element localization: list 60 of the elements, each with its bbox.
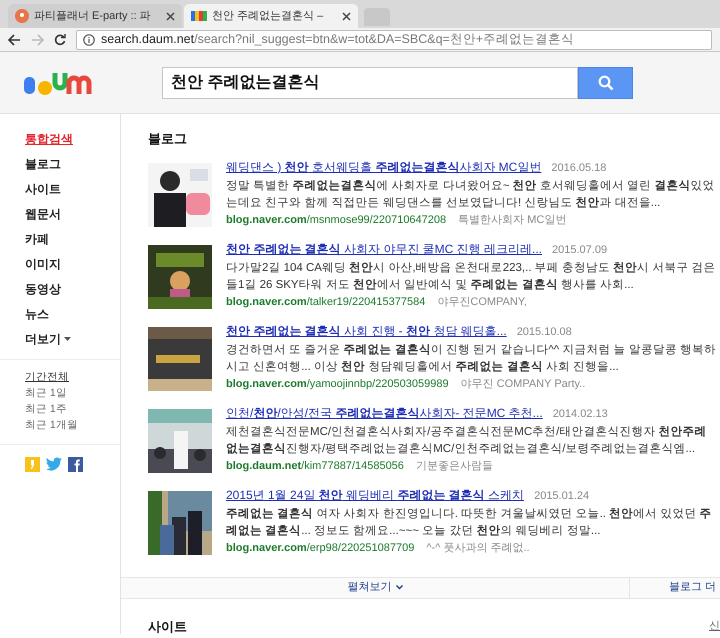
result-url-link[interactable]: blog.naver.com/erp98/220251087709 — [226, 540, 414, 556]
search-icon — [598, 74, 614, 90]
close-icon[interactable] — [166, 12, 175, 20]
result-author: 기분좋은사람들 — [416, 458, 493, 474]
result-date: 2014.02.13 — [552, 406, 608, 422]
result-url-link[interactable]: blog.naver.com/msnmose99/220710647208 — [226, 212, 446, 228]
facebook-icon[interactable] — [68, 457, 83, 472]
sidebar-item[interactable]: 웹문서 — [25, 201, 120, 226]
result-date: 2015.07.09 — [552, 242, 608, 258]
sidebar-item[interactable]: 더보기 — [25, 326, 120, 351]
result-title-link[interactable]: 천안 주례없는 결혼식 사회자 야무진 쿨MC 진행 레크리레... — [226, 240, 542, 258]
sidebar-item[interactable]: 뉴스 — [25, 301, 120, 326]
result-snippet: 제천결혼식전문MC/인천결혼식사회자/공주결혼식전문MC추천/태안결혼식진행자 천안주례없는결혼식진행자/평택주례없는결혼식MC/인천주례없는결혼식/보령주례없는결혼식엠... — [226, 424, 708, 456]
search-button[interactable] — [578, 66, 633, 98]
tab-title: 파티플래너 E-party :: 파 — [34, 8, 152, 24]
url-text: search.daum.net/search?nil_suggest=btn&w=tot&DA=SBC&q=천안+주례없는결혼식 — [101, 31, 574, 48]
result-url-link[interactable]: blog.daum.net/kim77887/14585056 — [226, 458, 404, 474]
sidebar-item[interactable]: 블로그 — [25, 151, 120, 176]
section-heading: 블로그 — [147, 130, 188, 148]
sidebar-item[interactable]: 이미지 — [25, 251, 120, 276]
result-title-link[interactable]: 2015년 1월 24일 천안 웨딩베리 주례없는 결혼식 스케치 — [226, 486, 524, 504]
result-author: 특별한사회자 MC일번 — [458, 212, 566, 228]
section-heading: 사이트 — [148, 618, 187, 636]
site-link[interactable]: 신 — [709, 618, 720, 634]
result-title-link[interactable]: 천안 주례없는 결혼식 사회 진행 - 천안 청담 웨딩홀... — [226, 322, 507, 340]
result-date: 2016.05.18 — [551, 160, 606, 176]
period-filter-link[interactable]: 최근 1일 — [25, 386, 120, 402]
result-snippet: 다가말2길 104 CA웨딩 천안시 아산,배방읍 온천대로223,.. 부페 충청남도 천안시 서북구 검은들1길 26 SKY타워 저도 천안에서 일반예식 및 주례없는 결혼식 행사를 사회... — [226, 260, 716, 292]
favicon-icon — [191, 11, 207, 21]
expand-button[interactable]: 펼쳐보기 — [121, 578, 630, 598]
result-snippet: 정말 특별한 주례없는결혼식에 사회자로 다녀왔어요~ 천안 호서웨딩홀에서 열린 결혼식있었는데요 친구와 함께 직접만든 웨딩댄스를 선보였답니다! 신랑님도 천안과 대전을... — [226, 178, 716, 210]
result-snippet: 주례없는 결혼식 여자 사회자 한진영입니다. 따뜻한 겨울날씨였던 오늘.. 천안에서 있었던 주례없는 결혼식... 정보도 함께요...~~~ 오늘 갔던 천안의 웨딩베리 정말... — [226, 506, 713, 538]
info-icon[interactable] — [83, 34, 95, 46]
sidebar-item[interactable]: 사이트 — [25, 176, 120, 201]
sidebar-item[interactable]: 통합검색 — [25, 126, 120, 151]
favicon-icon — [15, 9, 29, 23]
period-filter-link[interactable]: 최근 1주 — [25, 402, 120, 418]
reload-icon[interactable] — [54, 34, 66, 46]
result-url-link[interactable]: blog.naver.com/yamoojinnbp/220503059989 — [226, 376, 449, 392]
address-field[interactable]: search.daum.net/search?nil_suggest=btn&w=tot&DA=SBC&q=천안+주례없는결혼식 — [76, 30, 712, 50]
chevron-down-icon — [396, 585, 402, 590]
sidebar-item[interactable]: 카페 — [25, 226, 120, 251]
result-snippet: 경건하면서 또 즐거운 주례없는 결혼식이 진행 된거 같습니다^^ 지금처럼 늘 알콩달콩 행복하시고 신혼여행... 이상 천안 청담웨딩홀에서 주례없는 결혼식 사회 진행을... — [226, 342, 716, 374]
search-field[interactable]: 천안 주례없는결혼식 — [162, 66, 578, 98]
result-author: 야무진COMPANY, — [437, 294, 527, 310]
tab-title: 천안 주례없는결혼식 – — [212, 8, 324, 24]
result-url-link[interactable]: blog.naver.com/talker19/220415377584 — [226, 294, 426, 310]
sidebar-item[interactable]: 동영상 — [25, 276, 120, 301]
browser-tab[interactable]: 천안 주례없는결혼식 – — [184, 4, 358, 28]
browser-tab[interactable]: 파티플래너 E-party :: 파 — [8, 4, 182, 28]
close-icon[interactable] — [342, 12, 351, 20]
back-icon[interactable] — [8, 34, 21, 46]
period-filter-link[interactable]: 기간전체 — [25, 370, 120, 386]
result-author: ^-^ 풋사과의 주례없.. — [426, 540, 530, 556]
result-date: 2015.01.24 — [534, 488, 590, 504]
period-filter-link[interactable]: 최근 1개월 — [25, 418, 120, 434]
result-author: 야무진 COMPANY Party.. — [460, 376, 586, 392]
more-blog-link[interactable]: 블로그 더 — [668, 579, 716, 596]
twitter-icon[interactable] — [46, 457, 62, 471]
result-date: 2015.10.08 — [516, 324, 572, 340]
